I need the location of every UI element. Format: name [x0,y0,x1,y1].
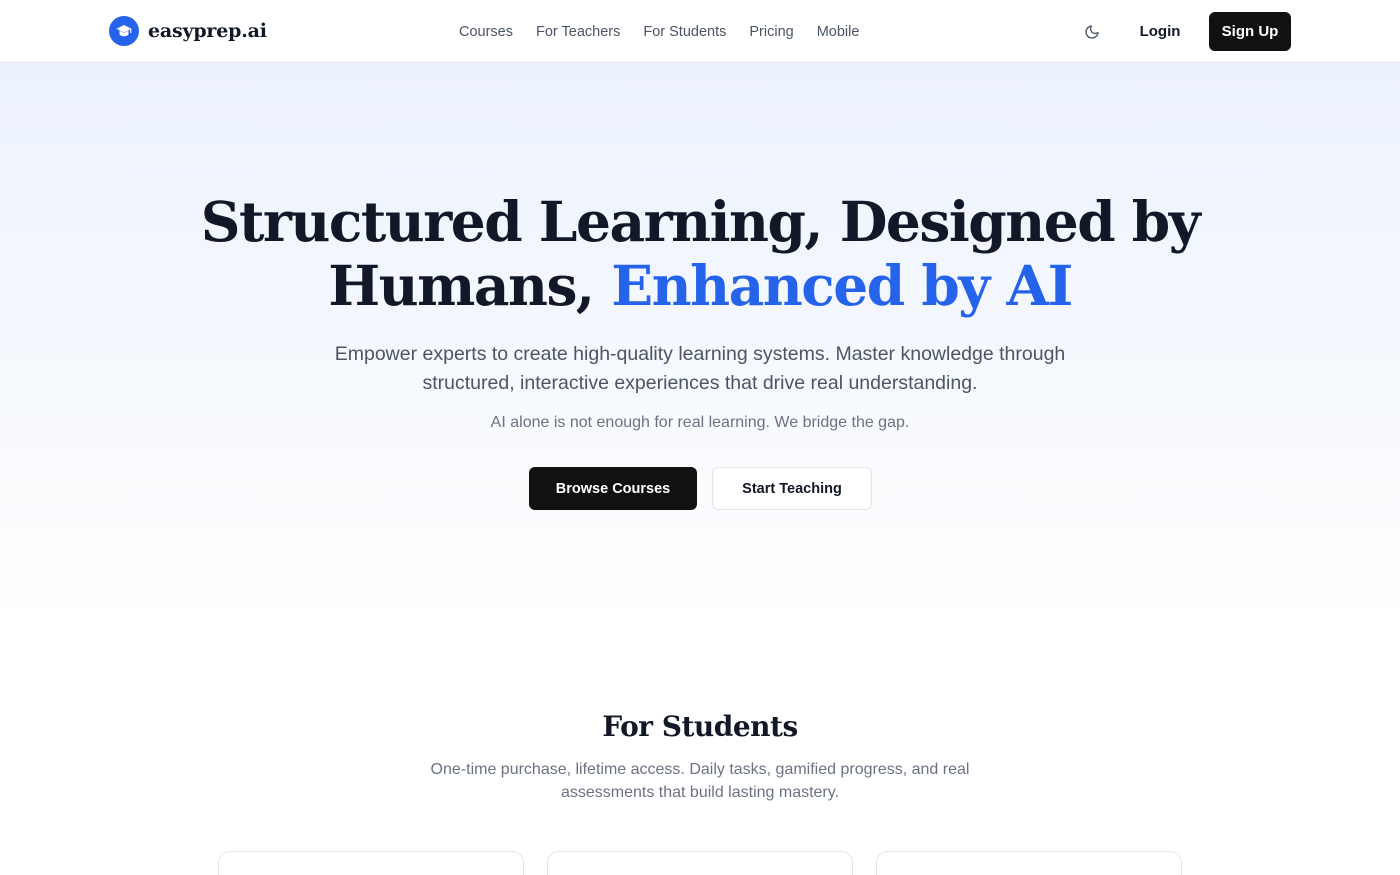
feature-card [876,851,1182,875]
feature-card [218,851,524,875]
main-nav: Courses For Teachers For Students Pricin… [459,0,859,63]
hero-title-line1: Structured Learning, Designed by [200,189,1201,254]
nav-for-teachers[interactable]: For Teachers [536,24,620,40]
site-header: easyprep.ai Courses For Teachers For Stu… [0,0,1400,63]
feature-card [547,851,853,875]
nav-courses[interactable]: Courses [459,24,513,40]
nav-pricing[interactable]: Pricing [749,24,793,40]
brand-name: easyprep.ai [148,20,267,42]
login-button[interactable]: Login [1126,12,1194,51]
graduation-cap-icon [109,16,139,46]
students-section-subtitle: One-time purchase, lifetime access. Dail… [430,761,970,801]
nav-mobile[interactable]: Mobile [817,24,860,40]
browse-courses-button[interactable]: Browse Courses [529,467,697,510]
hero-title-accent: Enhanced by AI [611,253,1073,318]
signup-button[interactable]: Sign Up [1209,12,1291,51]
start-teaching-button[interactable]: Start Teaching [712,467,872,510]
hero-title-line2: Humans, [328,253,612,318]
theme-toggle-button[interactable] [1080,20,1104,44]
moon-icon [1085,25,1099,39]
logo[interactable]: easyprep.ai [109,16,267,46]
hero-title: Structured Learning, Designed by Humans,… [0,190,1400,318]
students-section-title: For Students [602,710,798,743]
hero-note: AI alone is not enough for real learning… [490,414,910,431]
nav-for-students[interactable]: For Students [643,24,726,40]
hero-subtitle: Empower experts to create high-quality l… [334,343,1066,394]
